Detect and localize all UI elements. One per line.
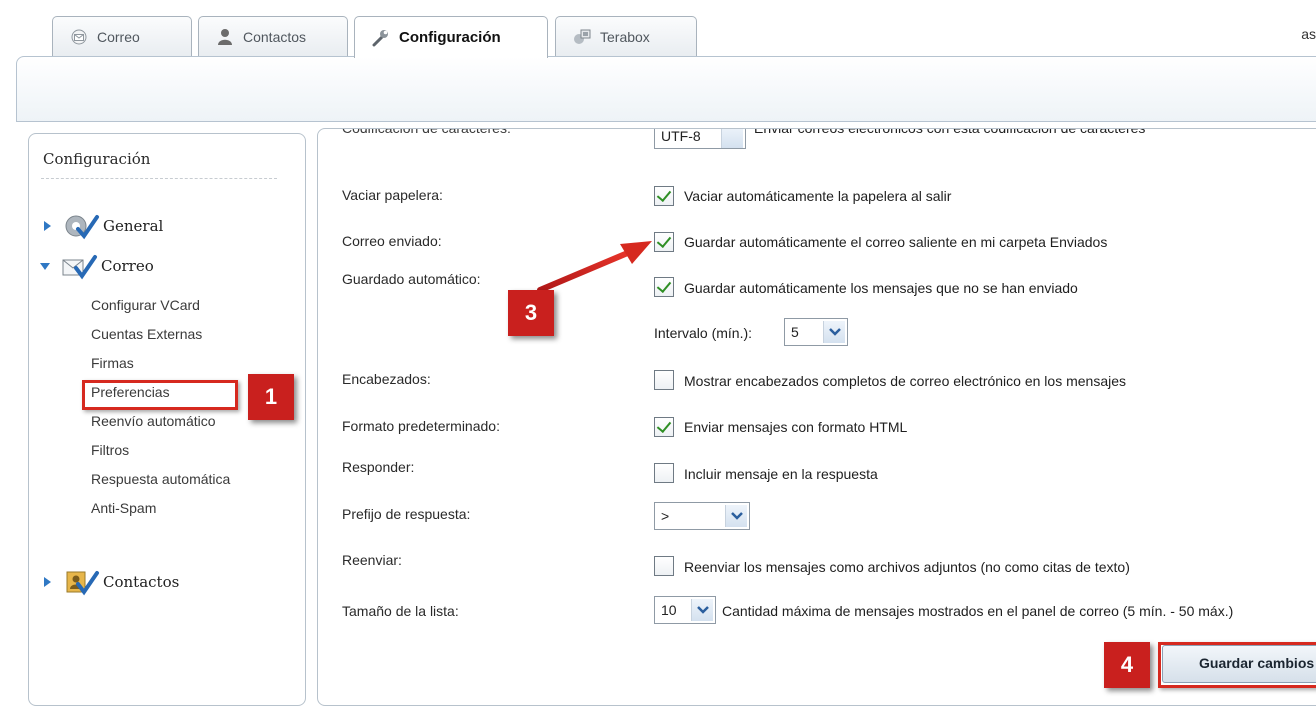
save-button-highlight	[1158, 642, 1316, 688]
annotation-arrow	[537, 241, 652, 293]
annotation-badge-3: 3	[508, 290, 554, 336]
tab-configuracion-label: Configuración	[399, 29, 501, 46]
tab-configuracion[interactable]: Configuración	[354, 16, 548, 58]
wrench-icon	[371, 28, 391, 48]
annotation-badge-4: 4	[1104, 642, 1150, 688]
